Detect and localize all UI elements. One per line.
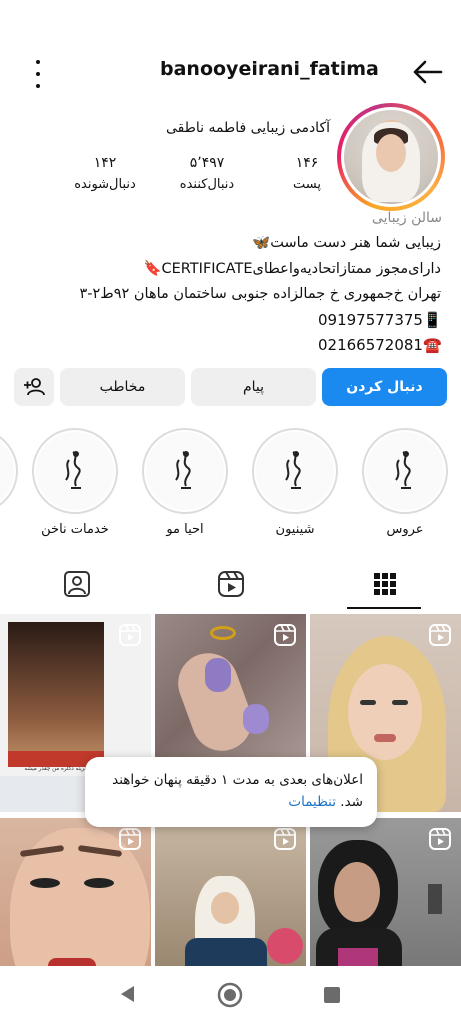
follow-button[interactable]: دنبال کردن <box>322 368 447 406</box>
salon-logo-icon <box>285 451 301 489</box>
reel-icon <box>274 624 296 646</box>
more-options-icon[interactable] <box>30 60 46 88</box>
salon-logo-icon <box>395 451 411 489</box>
tab-tagged[interactable] <box>0 560 153 608</box>
salon-logo-icon <box>65 451 81 489</box>
bio-address[interactable]: تهران خ‌جمهوری خ جمالزاده جنوبی ساختمان … <box>1 286 441 302</box>
bio-phone-landline[interactable]: 02166572081☎️ <box>318 336 442 354</box>
notification-toast: اعلان‌های بعدی به مدت ۱ دقیقه پنهان خواه… <box>85 757 377 827</box>
nav-home-icon[interactable] <box>217 982 243 1008</box>
reel-icon <box>119 828 141 850</box>
reel-icon <box>274 828 296 850</box>
tab-reels[interactable] <box>154 560 307 608</box>
active-tab-indicator <box>347 607 421 609</box>
highlight-bride[interactable]: عروس <box>360 428 450 537</box>
add-user-button[interactable] <box>14 368 54 406</box>
stat-posts[interactable]: ۱۴۶ پست <box>262 152 352 196</box>
back-arrow-icon[interactable] <box>410 58 444 86</box>
stat-following[interactable]: ۱۴۲ دنبال‌شونده <box>60 152 150 196</box>
nav-back-icon[interactable] <box>118 984 138 1004</box>
bio-line: دارای‌مجوز ممتازاتحادیه‌واعطایCERTIFICAT… <box>143 261 441 277</box>
toast-settings-link[interactable]: تنظیمات <box>288 794 336 810</box>
category-label: سالن زیبایی <box>371 210 442 226</box>
username-title: banooyeirani_fatima <box>160 58 379 80</box>
avatar-photo <box>344 110 438 204</box>
highlight-hair-revival[interactable]: احیا مو <box>140 428 230 537</box>
profile-avatar[interactable] <box>337 103 445 211</box>
add-person-icon <box>24 378 45 396</box>
nav-recents-icon[interactable] <box>323 986 341 1004</box>
contact-button[interactable]: مخاطب <box>60 368 185 406</box>
profile-header: banooyeirani_fatima <box>0 40 461 104</box>
bio-line: زیبایی شما هنر دست ماست🦋 <box>252 235 441 251</box>
highlight-nail-services[interactable]: خدمات ناخن <box>30 428 120 537</box>
grid-icon <box>373 573 396 595</box>
tagged-person-icon <box>63 571 90 597</box>
reel-icon <box>429 624 451 646</box>
message-button[interactable]: پیام <box>191 368 316 406</box>
salon-logo-icon <box>175 451 191 489</box>
reel-icon <box>429 828 451 850</box>
reels-icon <box>217 571 244 597</box>
stat-followers[interactable]: ۵٬۴۹۷ دنبال‌کننده <box>162 152 252 196</box>
reel-icon <box>119 624 141 646</box>
system-navigation-bar <box>0 966 461 1024</box>
bio-phone-mobile[interactable]: 09197577375📱 <box>318 311 442 329</box>
tab-grid[interactable] <box>308 560 461 608</box>
highlight-chignon[interactable]: شینیون <box>250 428 340 537</box>
highlight-partial[interactable] <box>0 428 20 514</box>
display-name: آکادمی زیبایی فاطمه ناطقی <box>165 120 330 136</box>
